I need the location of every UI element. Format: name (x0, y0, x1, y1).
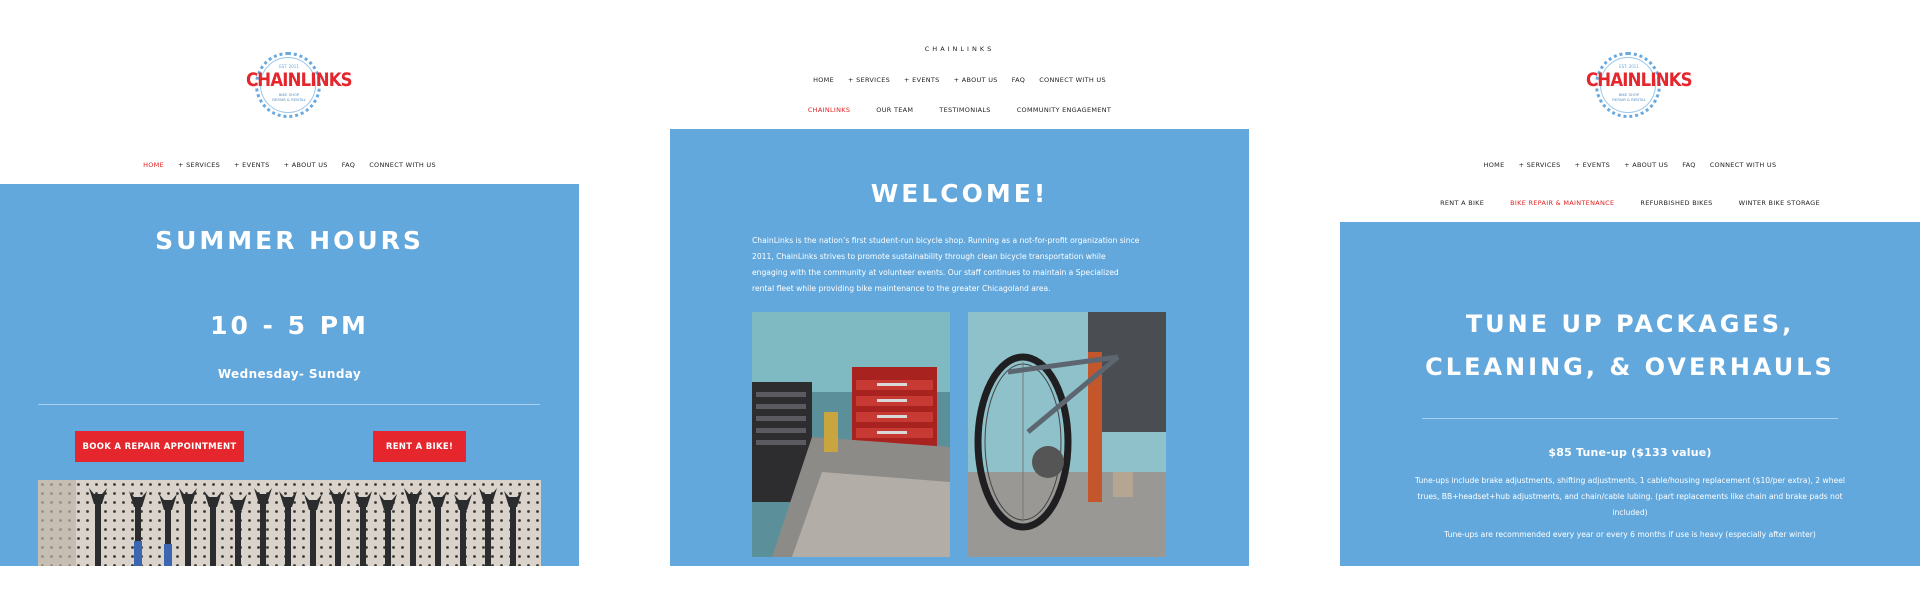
subnav-rent-a-bike[interactable]: RENT A BIKE (1440, 199, 1484, 207)
subnav-winter-storage[interactable]: WINTER BIKE STORAGE (1739, 199, 1820, 207)
divider (38, 404, 540, 405)
nav-services[interactable]: + SERVICES (178, 161, 220, 169)
logo-subtext: BIKE SHOP REPAIR & RENTAL (246, 92, 332, 102)
logo-sub-line: REPAIR & RENTAL (1612, 97, 1646, 102)
logo-wordmark: CHAINLINKS (1586, 68, 1693, 91)
nav-home[interactable]: HOME (813, 76, 834, 84)
divider (1422, 418, 1838, 419)
about-paragraph: ChainLinks is the nation’s first student… (752, 233, 1182, 297)
main-nav: HOME + SERVICES + EVENTS + ABOUT US FAQ … (1340, 161, 1920, 169)
desc-line: trues, BB+headset+hub adjustments, and c… (1417, 492, 1843, 501)
nav-faq[interactable]: FAQ (342, 161, 356, 169)
tune-up-section: TUNE UP PACKAGES, CLEANING, & OVERHAULS … (1340, 222, 1920, 566)
logo-subtext: BIKE SHOP REPAIR & RENTAL (1586, 92, 1672, 102)
tune-up-price: $85 Tune-up ($133 value) (1548, 446, 1712, 459)
section-title: SUMMER HOURS (155, 226, 424, 255)
sub-nav: CHAINLINKS OUR TEAM TESTIMONIALS COMMUNI… (670, 106, 1249, 114)
chainlinks-logo[interactable]: EST. 2011 CHAINLINKS BIKE SHOP REPAIR & … (246, 52, 353, 126)
subnav-bike-repair[interactable]: BIKE REPAIR & MAINTENANCE (1510, 199, 1614, 207)
nav-events[interactable]: + EVENTS (234, 161, 270, 169)
about-line: 2011, ChainLinks strives to promote sust… (752, 252, 1106, 261)
nav-about-us[interactable]: + ABOUT US (284, 161, 328, 169)
nav-connect[interactable]: CONNECT WITH US (1039, 76, 1106, 84)
tune-up-description: Tune-ups include brake adjustments, shif… (1370, 473, 1890, 521)
sub-nav: RENT A BIKE BIKE REPAIR & MAINTENANCE RE… (1340, 199, 1920, 207)
about-page-screenshot: CHAINLINKS HOME + SERVICES + EVENTS + AB… (670, 38, 1249, 566)
nav-services[interactable]: + SERVICES (848, 76, 890, 84)
days-text: Wednesday- Sunday (217, 367, 362, 381)
main-nav: HOME + SERVICES + EVENTS + ABOUT US FAQ … (670, 76, 1249, 84)
desc-line: Tune-ups include brake adjustments, shif… (1414, 476, 1846, 485)
hours-section: SUMMER HOURS 10 - 5 PM Wednesday- Sunday… (0, 184, 579, 566)
section-title: WELCOME! (870, 179, 1049, 208)
subnav-community[interactable]: COMMUNITY ENGAGEMENT (1017, 106, 1111, 114)
subnav-refurbished[interactable]: REFURBISHED BIKES (1640, 199, 1712, 207)
logo-sub-line: REPAIR & RENTAL (272, 97, 306, 102)
nav-events[interactable]: + EVENTS (904, 76, 940, 84)
rent-bike-button[interactable]: RENT A BIKE! (373, 431, 466, 462)
repair-page-screenshot: EST. 2011 CHAINLINKS BIKE SHOP REPAIR & … (1340, 38, 1920, 566)
tune-up-note: Tune-ups are recommended every year or e… (1444, 530, 1816, 539)
nav-about-us[interactable]: + ABOUT US (954, 76, 998, 84)
nav-connect[interactable]: CONNECT WITH US (369, 161, 436, 169)
nav-connect[interactable]: CONNECT WITH US (1710, 161, 1777, 169)
nav-about-us[interactable]: + ABOUT US (1624, 161, 1668, 169)
main-nav: HOME + SERVICES + EVENTS + ABOUT US FAQ … (0, 161, 579, 169)
toolbox-photo (752, 312, 950, 557)
desc-line: included) (1612, 508, 1648, 517)
homepage-screenshot: EST. 2011 CHAINLINKS BIKE SHOP REPAIR & … (0, 38, 579, 566)
nav-home[interactable]: HOME (143, 161, 164, 169)
subnav-chainlinks[interactable]: CHAINLINKS (808, 106, 850, 114)
site-name[interactable]: CHAINLINKS (670, 45, 1249, 53)
logo-wordmark: CHAINLINKS (246, 68, 353, 91)
chainlinks-logo[interactable]: EST. 2011 CHAINLINKS BIKE SHOP REPAIR & … (1586, 52, 1693, 126)
about-line: ChainLinks is the nation’s first student… (752, 236, 1140, 245)
subnav-our-team[interactable]: OUR TEAM (876, 106, 913, 114)
about-line: engaging with the community at volunteer… (752, 268, 1119, 277)
wrench-wall-photo (38, 480, 541, 566)
welcome-section: WELCOME! ChainLinks is the nation’s firs… (670, 129, 1249, 566)
nav-faq[interactable]: FAQ (1682, 161, 1696, 169)
nav-faq[interactable]: FAQ (1012, 76, 1026, 84)
hours-text: 10 - 5 PM (210, 311, 369, 340)
bike-stand-photo (968, 312, 1166, 557)
section-title-line1: TUNE UP PACKAGES, (1465, 310, 1795, 338)
section-title-line2: CLEANING, & OVERHAULS (1425, 353, 1835, 381)
subnav-testimonials[interactable]: TESTIMONIALS (939, 106, 990, 114)
book-repair-button[interactable]: BOOK A REPAIR APPOINTMENT (75, 431, 244, 462)
nav-home[interactable]: HOME (1484, 161, 1505, 169)
nav-events[interactable]: + EVENTS (1575, 161, 1611, 169)
nav-services[interactable]: + SERVICES (1519, 161, 1561, 169)
about-line: rental fleet while providing bike mainte… (752, 284, 1051, 293)
